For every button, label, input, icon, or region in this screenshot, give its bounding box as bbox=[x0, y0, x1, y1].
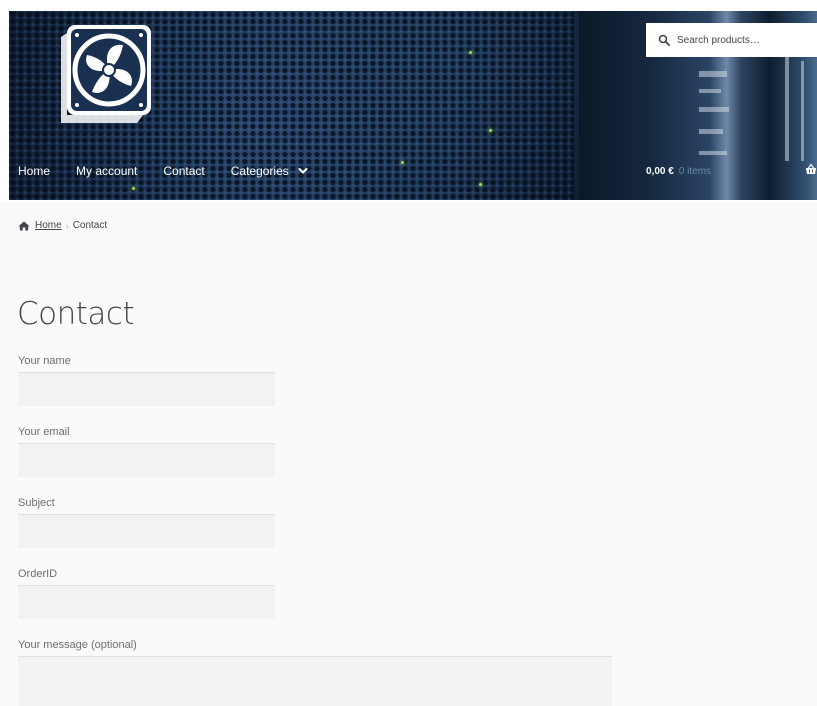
breadcrumb-current: Contact bbox=[72, 220, 108, 231]
order-id-field[interactable] bbox=[18, 585, 275, 619]
email-field[interactable] bbox=[18, 443, 275, 477]
search-icon bbox=[658, 34, 670, 46]
primary-navigation: Home My account Contact Categories bbox=[18, 162, 334, 180]
order-id-field-label: OrderID bbox=[18, 568, 58, 580]
subject-field[interactable] bbox=[18, 514, 275, 548]
subject-field-label: Subject bbox=[18, 497, 55, 509]
header-cart[interactable]: 0,00 € 0 items bbox=[646, 162, 711, 180]
name-field-label: Your name bbox=[18, 355, 71, 367]
basket-icon[interactable] bbox=[805, 163, 817, 175]
search-box[interactable] bbox=[646, 23, 817, 57]
page: Home My account Contact Categories 0,00 … bbox=[0, 0, 817, 706]
breadcrumb: Home › Contact bbox=[18, 220, 107, 231]
chevron-down-icon bbox=[298, 168, 308, 174]
cart-item-count: 0 items bbox=[678, 165, 712, 177]
search-input[interactable] bbox=[677, 34, 807, 46]
page-title: Contact bbox=[17, 296, 135, 332]
nav-item-my-account[interactable]: My account bbox=[76, 164, 137, 178]
fan-logo-icon[interactable] bbox=[57, 23, 153, 127]
message-field[interactable] bbox=[18, 656, 612, 706]
cart-amount: 0,00 € bbox=[646, 165, 674, 177]
home-icon bbox=[18, 221, 30, 230]
name-field[interactable] bbox=[18, 372, 275, 406]
message-field-label: Your message (optional) bbox=[18, 639, 137, 651]
email-field-label: Your email bbox=[18, 426, 70, 438]
breadcrumb-home-link[interactable]: Home bbox=[35, 220, 62, 231]
breadcrumb-separator: › bbox=[65, 220, 69, 231]
nav-item-contact[interactable]: Contact bbox=[163, 164, 204, 178]
site-header: Home My account Contact Categories 0,00 … bbox=[0, 0, 817, 201]
nav-item-categories[interactable]: Categories bbox=[231, 164, 308, 178]
nav-item-home[interactable]: Home bbox=[18, 164, 50, 178]
nav-item-categories-label: Categories bbox=[230, 164, 289, 178]
